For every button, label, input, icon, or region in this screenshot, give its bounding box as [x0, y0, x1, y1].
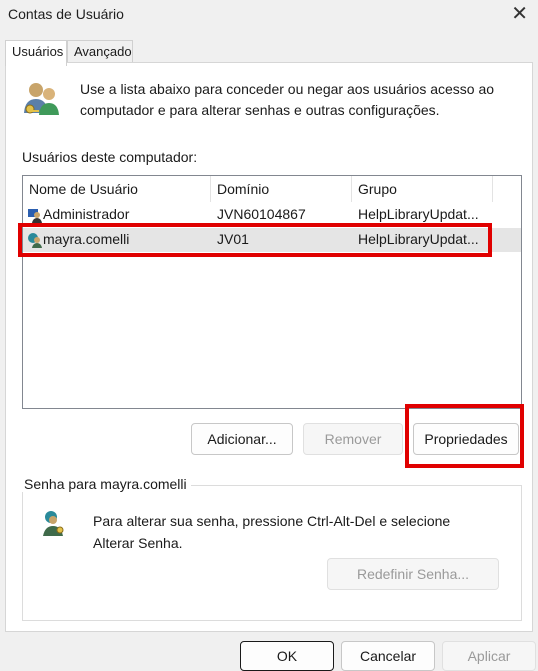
- intro-text: Use a lista abaixo para conceder ou nega…: [80, 81, 495, 118]
- tab-usuarios-label: Usuários: [12, 44, 64, 59]
- table-row[interactable]: Administrador JVN60104867 HelpLibraryUpd…: [23, 203, 521, 227]
- column-header-domain[interactable]: Domínio: [211, 176, 352, 202]
- column-header-username[interactable]: Nome de Usuário: [23, 176, 211, 202]
- ok-button[interactable]: OK: [240, 641, 334, 671]
- users-icon: [24, 83, 59, 115]
- user-domain: JV01: [217, 231, 249, 247]
- title-bar: Contas de Usuário ✕: [0, 0, 538, 30]
- add-button[interactable]: Adicionar...: [191, 423, 293, 455]
- apply-button[interactable]: Aplicar: [442, 641, 536, 671]
- user-name: Administrador: [43, 206, 130, 222]
- column-header-group[interactable]: Grupo: [352, 176, 493, 202]
- users-list-label: Usuários deste computador:: [22, 149, 198, 165]
- user-domain: JVN60104867: [217, 206, 306, 222]
- reset-password-button[interactable]: Redefinir Senha...: [327, 558, 499, 590]
- password-group-legend: Senha para mayra.comelli: [20, 476, 191, 492]
- admin-user-icon: [28, 209, 42, 223]
- user-group: HelpLibraryUpdat...: [358, 231, 479, 247]
- tab-avancado-label: Avançado: [74, 44, 132, 59]
- column-domain-label: Domínio: [217, 181, 270, 197]
- column-username-label: Nome de Usuário: [29, 181, 138, 197]
- remove-button[interactable]: Remover: [303, 423, 403, 455]
- window-title: Contas de Usuário: [8, 6, 124, 22]
- list-header: Nome de Usuário Domínio Grupo: [23, 176, 521, 202]
- cancel-button[interactable]: Cancelar: [341, 641, 435, 671]
- tab-usuarios[interactable]: Usuários: [5, 40, 67, 66]
- table-row-selected[interactable]: mayra.comelli JV01 HelpLibraryUpdat...: [23, 228, 521, 252]
- users-listview[interactable]: Nome de Usuário Domínio Grupo Administra…: [22, 175, 522, 409]
- user-group: HelpLibraryUpdat...: [358, 206, 479, 222]
- user-key-icon: [43, 511, 64, 536]
- password-instructions: Para alterar sua senha, pressione Ctrl-A…: [93, 513, 451, 551]
- user-name: mayra.comelli: [43, 231, 130, 247]
- tab-avancado[interactable]: Avançado: [67, 40, 133, 64]
- properties-button[interactable]: Propriedades: [413, 423, 519, 455]
- domain-user-icon: [28, 233, 42, 248]
- column-group-label: Grupo: [358, 181, 397, 197]
- close-icon[interactable]: ✕: [511, 4, 528, 24]
